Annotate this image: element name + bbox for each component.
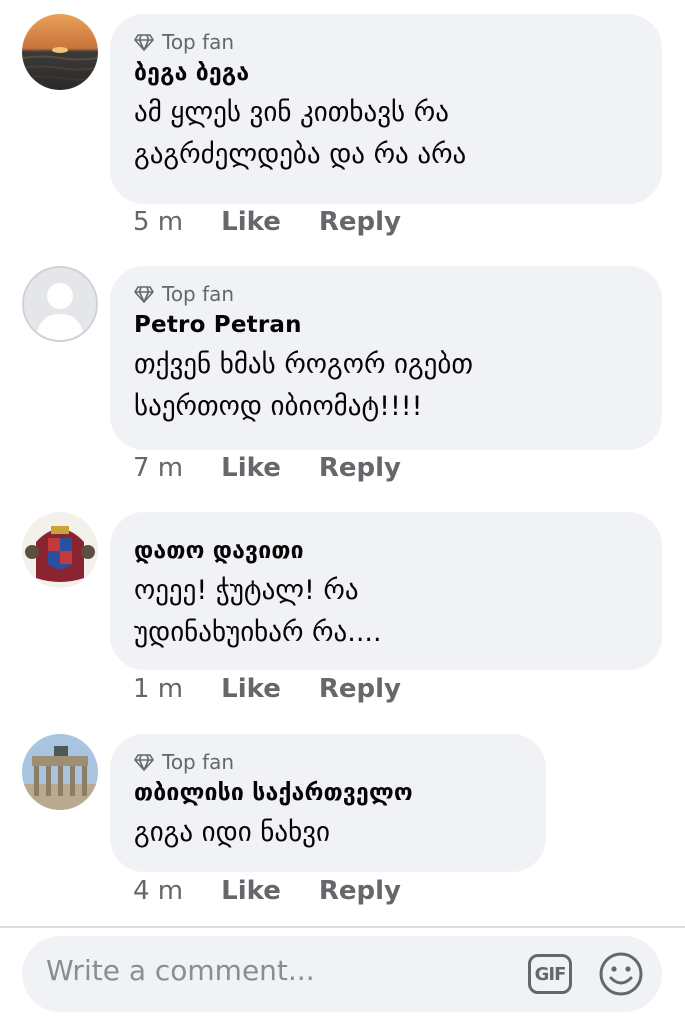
default-profile-icon <box>24 268 96 340</box>
comment-bubble: Top fan თბილისი საქართველო გიგა იდი ნახვ… <box>110 734 546 872</box>
comment-actions: 7 m Like Reply <box>133 453 401 483</box>
gate-photo-icon <box>22 734 98 810</box>
smiley-icon[interactable] <box>598 951 644 997</box>
comment-bubble: დათო დავითი ოეეე! ჭუტალ! რა უდინახუიხარ … <box>110 512 662 670</box>
reply-button[interactable]: Reply <box>319 674 401 704</box>
comment-line: გიგა იდი ნახვი <box>134 817 331 848</box>
comment-line: გაგრძელდება და რა არა <box>134 139 467 170</box>
reply-button[interactable]: Reply <box>319 876 401 906</box>
comment-composer[interactable]: Write a comment... GIF <box>22 936 662 1012</box>
divider <box>0 926 685 928</box>
comment-actions: 1 m Like Reply <box>133 674 401 704</box>
comment-text: გიგა იდი ნახვი <box>134 812 522 854</box>
like-button[interactable]: Like <box>221 674 281 704</box>
reply-button[interactable]: Reply <box>319 453 401 483</box>
reply-button[interactable]: Reply <box>319 207 401 237</box>
badge-label: Top fan <box>162 750 235 774</box>
comment-actions: 4 m Like Reply <box>133 876 401 906</box>
avatar[interactable] <box>22 266 98 342</box>
avatar[interactable] <box>22 14 98 90</box>
comment-bubble: Top fan Petro Petran თქვენ ხმას როგორ იგ… <box>110 266 662 450</box>
comment-author[interactable]: ბეგა ბეგა <box>134 60 638 86</box>
sunset-avatar-icon <box>22 14 98 90</box>
comment-author[interactable]: თბილისი საქართველო <box>134 780 522 806</box>
top-fan-badge: Top fan <box>134 28 638 56</box>
badge-label: Top fan <box>162 282 235 306</box>
badge-label: Top fan <box>162 30 235 54</box>
avatar[interactable] <box>22 734 98 810</box>
top-fan-badge: Top fan <box>134 748 522 776</box>
comment-actions: 5 m Like Reply <box>133 207 401 237</box>
avatar[interactable] <box>22 512 98 588</box>
comment-line: თქვენ ხმას როგორ იგებთ <box>134 349 473 380</box>
timestamp[interactable]: 5 m <box>133 207 183 237</box>
comment-input-placeholder[interactable]: Write a comment... <box>46 954 315 987</box>
like-button[interactable]: Like <box>221 453 281 483</box>
coat-of-arms-icon <box>22 512 98 588</box>
like-button[interactable]: Like <box>221 876 281 906</box>
timestamp[interactable]: 1 m <box>133 674 183 704</box>
comment-bubble: Top fan ბეგა ბეგა ამ ყლეს ვინ კითხავს რა… <box>110 14 662 204</box>
comment-author[interactable]: დათო დავითი <box>134 538 638 564</box>
gif-button[interactable]: GIF <box>528 954 572 994</box>
like-button[interactable]: Like <box>221 207 281 237</box>
comment-line: ამ ყლეს ვინ კითხავს რა <box>134 97 449 128</box>
diamond-icon <box>134 754 154 771</box>
timestamp[interactable]: 4 m <box>133 876 183 906</box>
top-fan-badge: Top fan <box>134 280 638 308</box>
comment-author[interactable]: Petro Petran <box>134 312 638 338</box>
comment-text: ამ ყლეს ვინ კითხავს რა გაგრძელდება და რა… <box>134 92 638 176</box>
comment-line: საერთოდ იბიომატ!!!! <box>134 391 423 422</box>
diamond-icon <box>134 34 154 51</box>
comment-text: ოეეე! ჭუტალ! რა უდინახუიხარ რა.... <box>134 570 638 654</box>
comment-text: თქვენ ხმას როგორ იგებთ საერთოდ იბიომატ!!… <box>134 344 638 428</box>
timestamp[interactable]: 7 m <box>133 453 183 483</box>
comment-line: ოეეე! ჭუტალ! რა <box>134 575 359 606</box>
comment-line: უდინახუიხარ რა.... <box>134 617 382 648</box>
diamond-icon <box>134 286 154 303</box>
